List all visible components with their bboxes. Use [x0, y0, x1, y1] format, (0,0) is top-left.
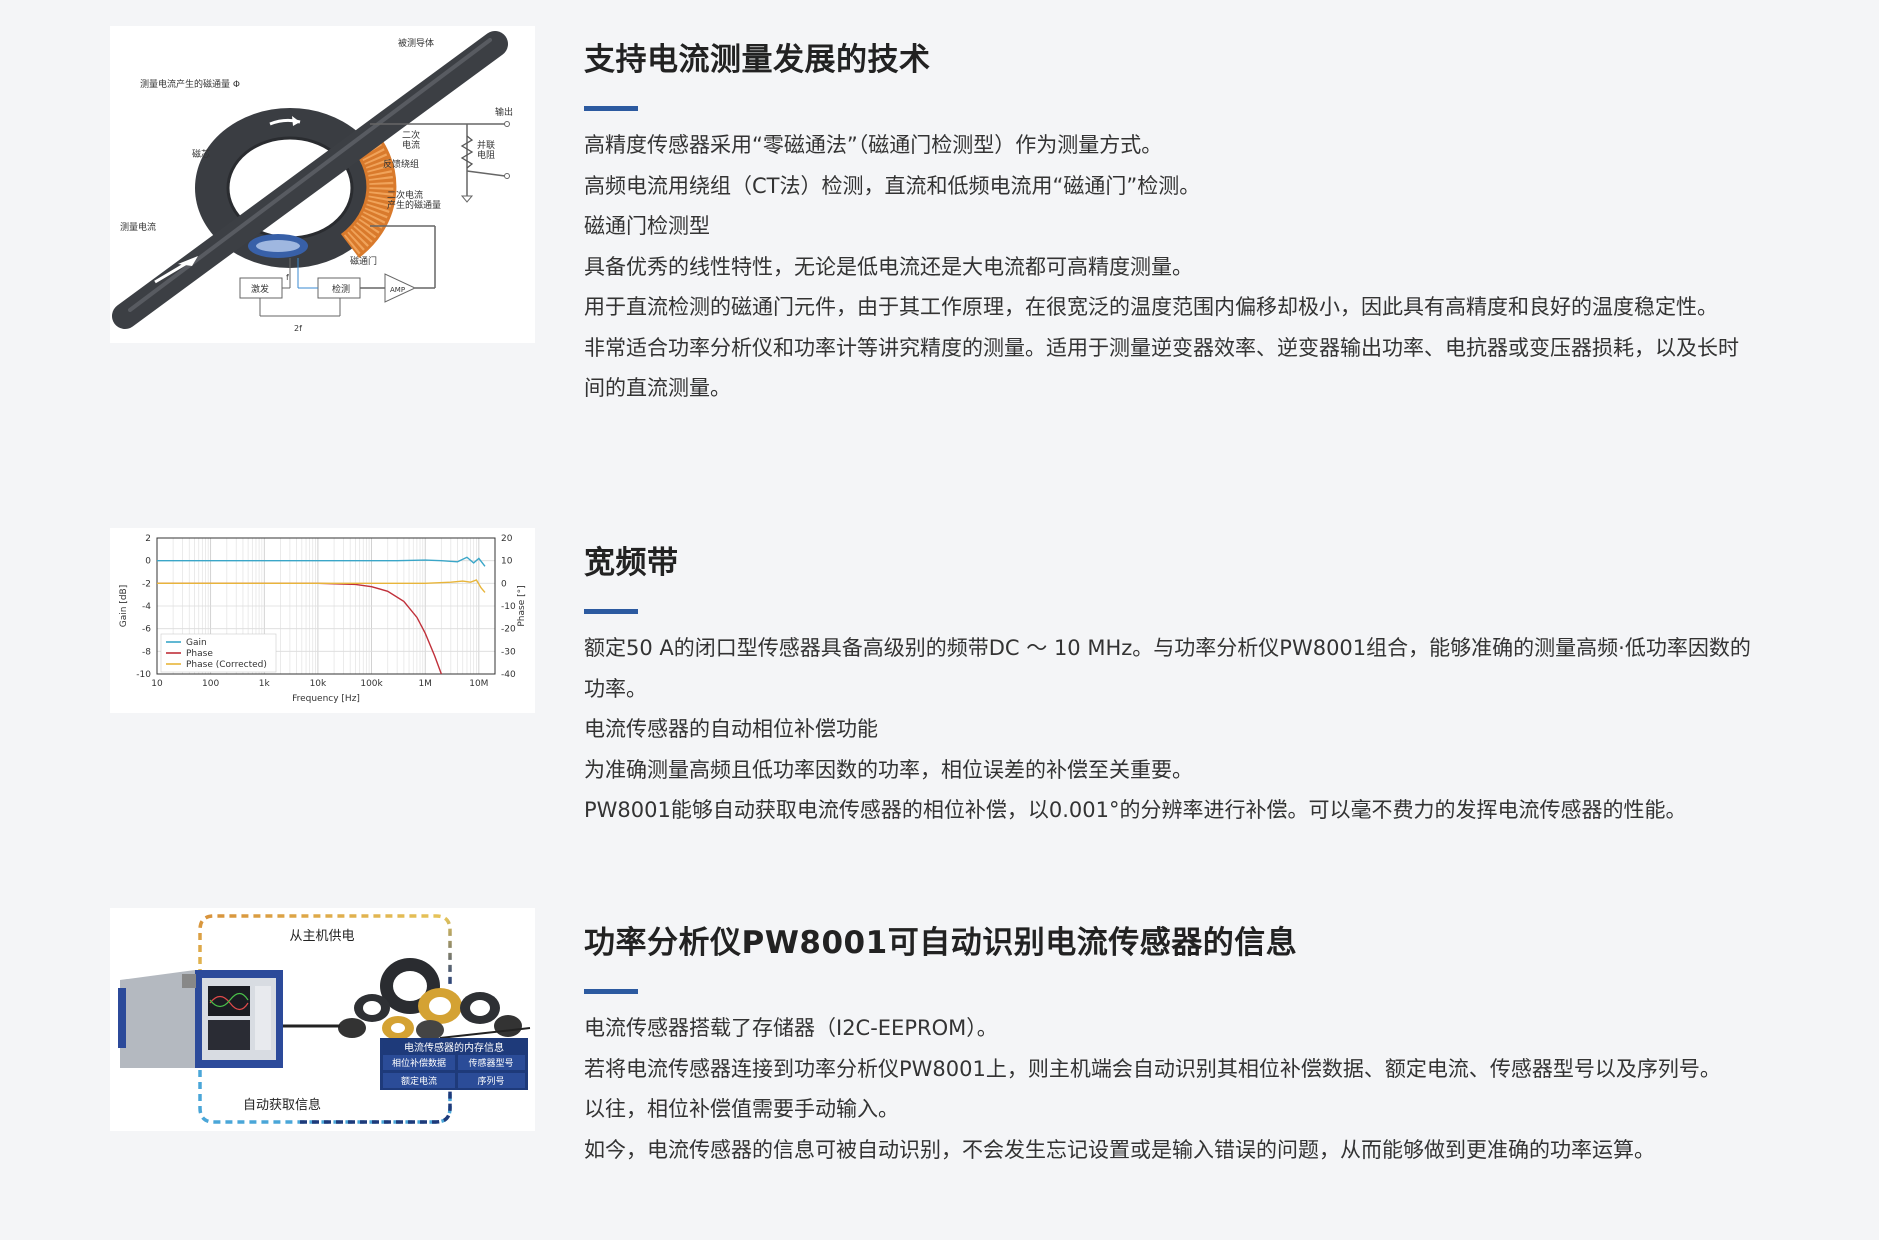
section-title: 支持电流测量发展的技术: [584, 42, 931, 78]
y2-tick-label: 20: [501, 534, 513, 544]
paragraph: 用于直流检测的磁通门元件，由于其工作原理，在很宽泛的温度范围内偏移却极小，因此具…: [584, 295, 1718, 319]
series-line-gain: [157, 556, 486, 567]
label-core: 磁芯: [192, 148, 210, 160]
title-underline: [584, 609, 638, 614]
legend-label: Gain: [186, 638, 207, 648]
paragraph: 额定50 A的闭口型传感器具备高级别的频带DC ～ 10 MHz。与功率分析仪P…: [584, 636, 1751, 701]
legend-label: Phase: [186, 649, 213, 659]
label-secondary-current-2: 电流: [402, 139, 420, 151]
x-tick-label: 1M: [418, 679, 432, 689]
paragraph: 磁通门检测型: [584, 214, 710, 238]
memory-cell: 传感器型号: [468, 1057, 513, 1069]
memory-cell: 序列号: [477, 1075, 504, 1087]
section-title: 宽频带: [584, 545, 679, 581]
y-tick-label: 2: [145, 534, 151, 544]
auto-label: 自动获取信息: [243, 1097, 321, 1113]
paragraph: 具备优秀的线性特性，无论是低电流还是大电流都可高精度测量。: [584, 254, 1193, 279]
memory-title: 电流传感器的内存信息: [404, 1041, 504, 1054]
label-excite: 激发: [251, 283, 269, 295]
auto-recognition-svg: 电流传感器的内存信息 相位补偿数据 传感器型号 额定电流 序列号 从主机供电 自…: [118, 914, 531, 1124]
label-shunt-1: 并联: [477, 139, 495, 151]
paragraph: 电流传感器的自动相位补偿功能: [584, 717, 878, 741]
y-tick-label: 0: [145, 557, 151, 567]
y-tick-label: -6: [142, 625, 151, 635]
x-tick-label: 100k: [360, 679, 383, 689]
frequency-chart: 10 100 1k 10k 100k 1M 10M 2 0 -2 -4 -6 -8 -10 20 10 0 -10…: [110, 528, 535, 713]
zero-flux-diagram: 被测导体 测量电流产生的磁通量 Φ 输出 二次 电流 并联 电阻 磁芯 反馈绕组…: [110, 26, 535, 343]
label-detect: 检测: [332, 283, 350, 295]
x-tick-label: 10k: [310, 679, 327, 689]
x-tick-label: 1k: [259, 679, 271, 689]
y2-tick-label: -10: [501, 602, 516, 612]
label-feedback: 反馈绕组: [383, 158, 419, 170]
frequency-chart-svg: 10 100 1k 10k 100k 1M 10M20-2-4-6-8-1020100-10…: [119, 534, 527, 704]
paragraph: 以往，相位补偿值需要手动输入。: [584, 1097, 899, 1121]
label-secondary-flux-1: 二次电流: [387, 189, 423, 201]
label-secondary-flux-2: 产生的磁通量: [387, 199, 441, 211]
x-tick-label: 10: [151, 679, 163, 689]
label-f: f: [286, 273, 289, 282]
auto-recognition-text: 功率分析仪PW8001可自动识别电流传感器的信息 电流传感器搭载了存储器（I2C…: [584, 921, 1754, 1170]
y-tick-label: -2: [142, 579, 151, 589]
y2-tick-label: 0: [501, 579, 507, 589]
title-underline: [584, 989, 638, 994]
y-tick-label: -10: [136, 670, 151, 680]
series-line-phase-corrected-: [157, 579, 486, 593]
y-tick-label: -8: [142, 647, 151, 657]
label-output: 输出: [495, 106, 513, 118]
paragraph: 高频电流用绕组（CT法）检测，直流和低频电流用“磁通门”检测。: [584, 173, 1201, 198]
zero-flux-diagram-svg: 被测导体 测量电流产生的磁通量 Φ 输出 二次 电流 并联 电阻 磁芯 反馈绕组…: [112, 31, 513, 333]
label-current: 测量电流: [120, 221, 156, 233]
x-axis-label: Frequency [Hz]: [292, 694, 360, 704]
y-tick-label: -4: [142, 602, 151, 612]
label-2f: 2f: [294, 324, 302, 333]
x-tick-label: 100: [202, 679, 219, 689]
label-fluxgate: 磁通门: [350, 255, 377, 267]
label-flux: 测量电流产生的磁通量 Φ: [140, 78, 240, 90]
technology-text: 支持电流测量发展的技术 高精度传感器采用“零磁通法”（磁通门检测型）作为测量方式…: [584, 38, 1754, 409]
y2-tick-label: -20: [501, 625, 516, 635]
paragraph: 若将电流传感器连接到功率分析仪PW8001上，则主机端会自动识别其相位补偿数据、…: [584, 1056, 1721, 1081]
y2-tick-label: -30: [501, 647, 516, 657]
legend-label: Phase (Corrected): [186, 660, 267, 670]
y2-tick-label: -40: [501, 670, 516, 680]
paragraph: 如今，电流传感器的信息可被自动识别，不会发生忘记设置或是输入错误的问题，从而能够…: [584, 1137, 1655, 1162]
label-conductor: 被测导体: [398, 37, 434, 49]
bandwidth-text: 宽频带 额定50 A的闭口型传感器具备高级别的频带DC ～ 10 MHz。与功率…: [584, 541, 1754, 831]
label-amp: AMP: [390, 286, 405, 294]
paragraph: 非常适合功率分析仪和功率计等讲究精度的测量。适用于测量逆变器效率、逆变器输出功率…: [584, 335, 1739, 401]
section-title: 功率分析仪PW8001可自动识别电流传感器的信息: [584, 925, 1298, 961]
label-secondary-current-1: 二次: [402, 129, 420, 141]
x-tick-label: 10M: [469, 679, 488, 689]
y2-tick-label: 10: [501, 557, 513, 567]
label-shunt-2: 电阻: [477, 149, 495, 161]
y2-axis-label: Phase [°]: [517, 585, 527, 626]
paragraph: 高精度传感器采用“零磁通法”（磁通门检测型）作为测量方式。: [584, 133, 1163, 157]
paragraph: 电流传感器搭载了存储器（I2C-EEPROM）。: [584, 1016, 998, 1040]
paragraph: PW8001能够自动获取电流传感器的相位补偿，以0.001°的分辨率进行补偿。可…: [584, 798, 1687, 822]
paragraph: 为准确测量高频且低功率因数的功率，相位误差的补偿至关重要。: [584, 757, 1193, 782]
memory-cell: 相位补偿数据: [392, 1057, 446, 1069]
power-label: 从主机供电: [289, 929, 354, 944]
y-axis-label: Gain [dB]: [119, 585, 129, 627]
auto-recognition-diagram: 电流传感器的内存信息 相位补偿数据 传感器型号 额定电流 序列号 从主机供电 自…: [110, 908, 535, 1131]
title-underline: [584, 106, 638, 111]
memory-cell: 额定电流: [401, 1075, 437, 1087]
